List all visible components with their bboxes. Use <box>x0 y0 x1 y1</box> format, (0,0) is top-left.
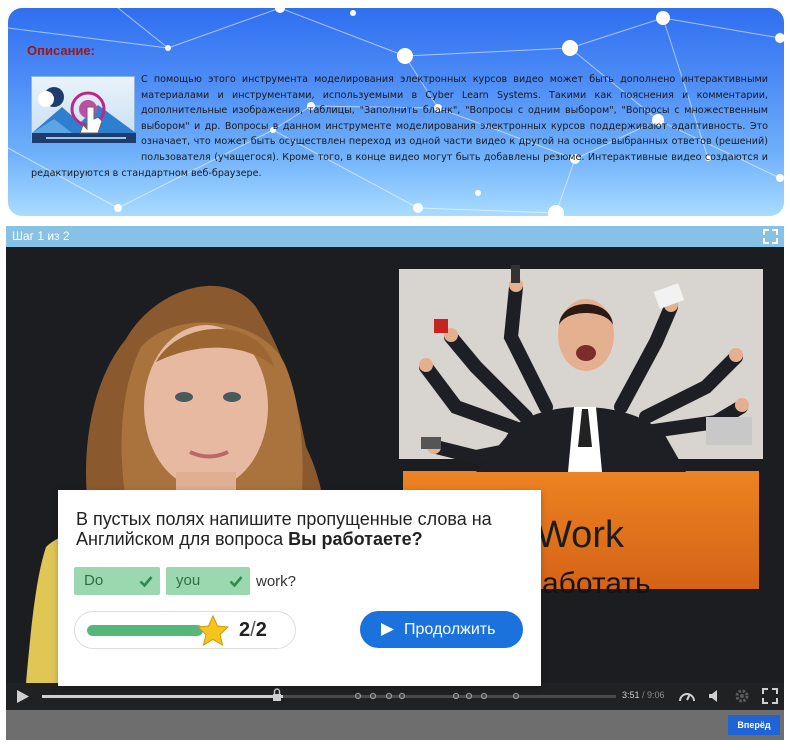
step-label: Шаг 1 из 2 <box>12 229 70 243</box>
time-display: 3:51 / 9:06 <box>622 690 665 700</box>
score-text: 2/2 <box>239 619 267 642</box>
time-total: 9:06 <box>647 690 665 700</box>
answer-field-2[interactable]: you <box>166 567 250 595</box>
slide-word-ru: аботать <box>542 567 651 600</box>
video-controls: 3:51 / 9:06 <box>6 683 784 710</box>
time-separator: / <box>639 690 648 700</box>
fullscreen-icon[interactable] <box>762 688 778 704</box>
trailing-word: work? <box>256 572 297 590</box>
description-title: Описание: <box>27 43 95 58</box>
score-progress-fill <box>87 625 203 636</box>
lock-icon <box>273 688 281 701</box>
slide-word-en: Work <box>536 514 624 556</box>
score-indicator: 2/2 <box>74 611 296 649</box>
settings-icon[interactable] <box>734 688 750 704</box>
star-icon <box>197 615 229 646</box>
check-icon <box>139 576 153 588</box>
answer-value-1: Do <box>84 572 104 589</box>
question-prefix: В пустых полях напишите пропущенные слов… <box>76 509 492 549</box>
question-phrase: Вы работаете? <box>288 529 423 549</box>
play-icon[interactable] <box>16 689 30 704</box>
description-text: С помощью этого инструмента моделировани… <box>31 72 768 181</box>
answer-row: Do you work? <box>74 566 296 596</box>
score-progress-track <box>87 625 203 636</box>
speed-gauge-icon[interactable] <box>678 688 696 704</box>
expand-icon[interactable] <box>763 229 778 244</box>
description-body: С помощью этого инструмента моделировани… <box>31 74 768 179</box>
step-indicator: Шаг 1 из 2 <box>6 226 784 247</box>
continue-label: Продолжить <box>404 621 496 638</box>
question-card: В пустых полях напишите пропущенные слов… <box>58 490 541 686</box>
next-button[interactable]: Вперёд <box>728 715 780 735</box>
continue-button[interactable]: Продолжить <box>360 611 523 648</box>
score-current: 2 <box>239 619 251 641</box>
time-current: 3:51 <box>622 690 640 700</box>
cue-markers <box>354 692 520 700</box>
seek-progress <box>42 695 284 698</box>
answer-field-1[interactable]: Do <box>74 567 160 595</box>
navigation-footer: Вперёд <box>6 710 784 740</box>
score-total: 2 <box>255 619 267 641</box>
check-icon <box>229 576 243 588</box>
volume-icon[interactable] <box>708 689 722 703</box>
answer-value-2: you <box>176 572 201 589</box>
question-text: В пустых полях напишите пропущенные слов… <box>76 509 526 549</box>
description-panel: Описание: С помощью этого инструмента мо… <box>8 8 784 216</box>
play-icon <box>381 623 394 636</box>
